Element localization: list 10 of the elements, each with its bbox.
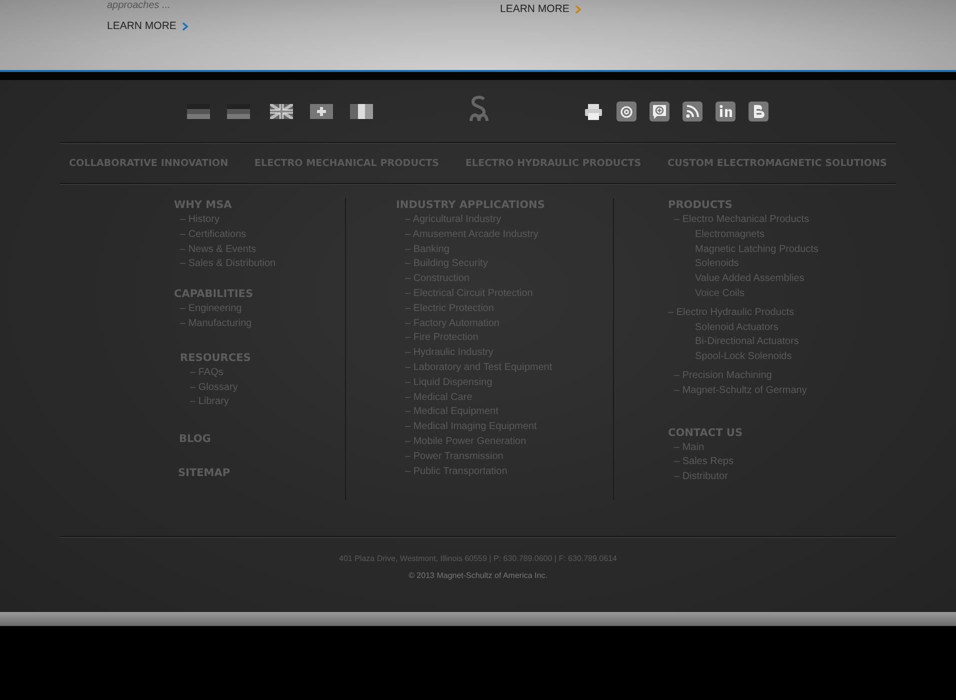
flag-icon[interactable]	[270, 104, 293, 118]
flag-icon[interactable]	[350, 104, 373, 118]
learn-more-link[interactable]: LEARN MORE	[107, 20, 188, 32]
flag-icon[interactable]	[310, 104, 333, 118]
speech-bubble-plus-icon[interactable]	[649, 100, 670, 122]
excerpt-text: approaches ...	[107, 0, 172, 12]
rss-icon[interactable]	[682, 100, 703, 122]
linkedin-icon[interactable]	[715, 100, 736, 122]
learn-more-link[interactable]: LEARN MORE	[500, 3, 582, 15]
copyright-text: © 2013 Magnet-Schultz of America Inc.	[408, 571, 548, 580]
